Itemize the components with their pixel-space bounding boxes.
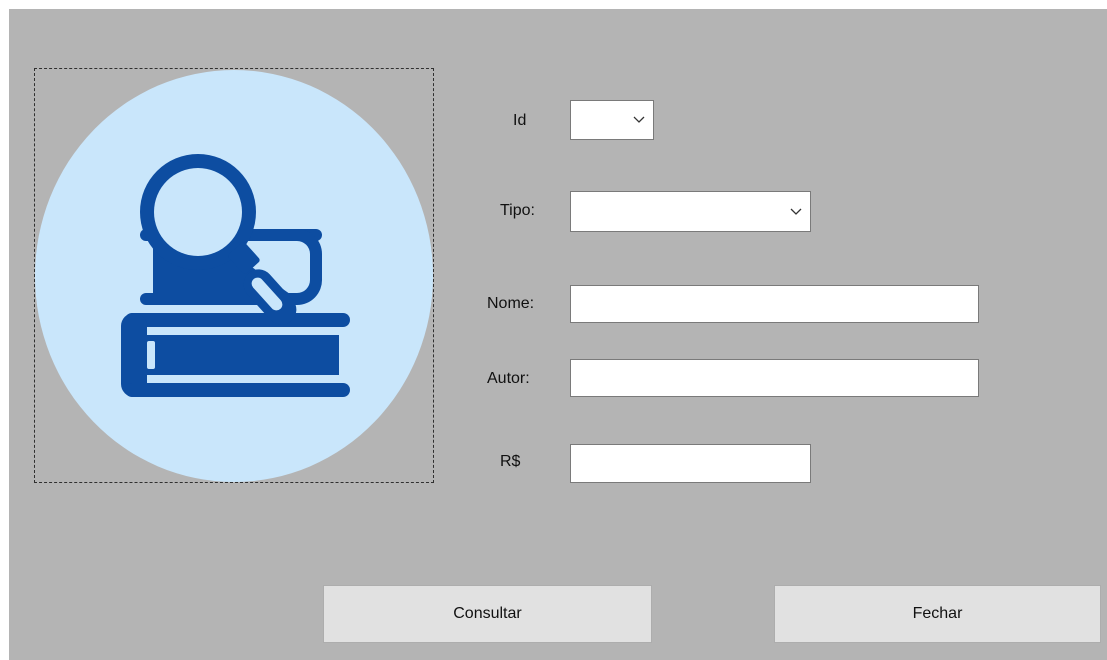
form-window: Id Tipo: Nome: Autor: R$ Consultar Fecha… [9, 9, 1107, 660]
tipo-label: Tipo: [500, 202, 535, 219]
consultar-button[interactable]: Consultar [323, 585, 652, 643]
id-label: Id [513, 112, 527, 129]
preco-label: R$ [500, 453, 521, 470]
autor-label: Autor: [487, 370, 530, 387]
tipo-combobox[interactable] [570, 191, 811, 232]
nome-input[interactable] [570, 285, 979, 323]
chevron-down-icon [790, 208, 802, 215]
id-combobox[interactable] [570, 100, 654, 140]
fechar-button[interactable]: Fechar [774, 585, 1101, 643]
preco-input[interactable] [570, 444, 811, 483]
chevron-down-icon [633, 116, 645, 123]
autor-input[interactable] [570, 359, 979, 397]
picture-box [34, 68, 434, 483]
nome-label: Nome: [487, 295, 535, 312]
books-search-icon [35, 70, 433, 482]
